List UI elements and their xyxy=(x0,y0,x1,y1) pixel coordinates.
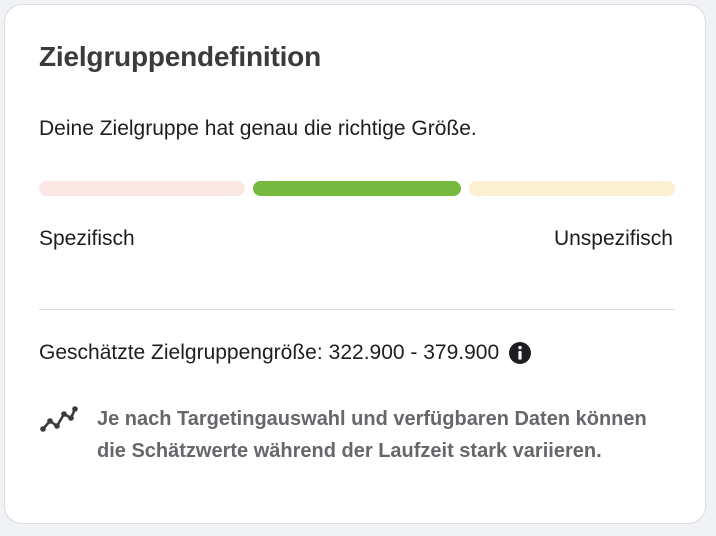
estimate-value: 322.900 - 379.900 xyxy=(328,341,500,364)
estimated-audience-size: Geschätzte Zielgruppengröße: 322.900 - 3… xyxy=(39,341,532,365)
meter-label-broad: Unspezifisch xyxy=(553,227,673,250)
divider xyxy=(39,309,675,310)
estimate-disclaimer: Je nach Targetingauswahl und verfügbaren… xyxy=(39,403,679,467)
audience-size-meter xyxy=(39,181,675,196)
trend-line-icon xyxy=(39,405,79,435)
audience-status-text: Deine Zielgruppe hat genau die richtige … xyxy=(39,117,477,140)
meter-segment-specific xyxy=(39,181,245,196)
card-title: Zielgruppendefinition xyxy=(39,41,321,72)
audience-definition-card: Zielgruppendefinition Deine Zielgruppe h… xyxy=(4,4,706,524)
meter-label-specific: Spezifisch xyxy=(39,227,135,250)
info-icon[interactable] xyxy=(508,341,532,365)
meter-segment-ideal xyxy=(253,181,461,196)
estimate-label: Geschätzte Zielgruppengröße: xyxy=(39,341,323,364)
meter-segment-broad xyxy=(469,181,675,196)
disclaimer-text: Je nach Targetingauswahl und verfügbaren… xyxy=(97,408,647,462)
